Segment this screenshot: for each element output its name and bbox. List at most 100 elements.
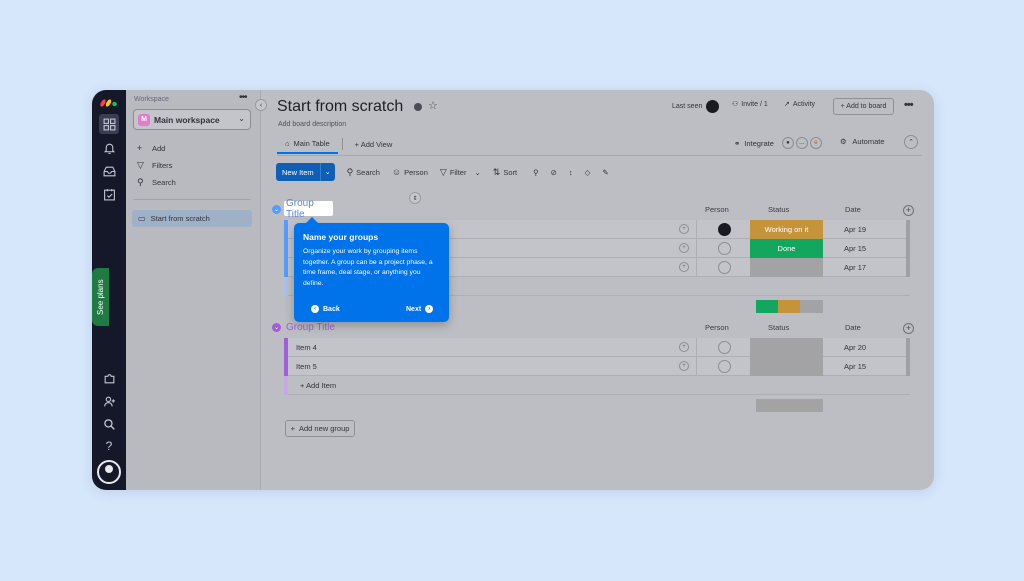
add-column-icon[interactable]: +	[903, 323, 914, 334]
puzzle-icon[interactable]	[99, 368, 119, 388]
invite-button[interactable]: ⚇ Invite / 1	[732, 100, 768, 109]
sidebar-item-board[interactable]: ▭ Start from scratch	[132, 210, 252, 227]
calendar-check-icon[interactable]	[99, 184, 119, 204]
add-new-group-button[interactable]: + Add new group	[285, 420, 355, 437]
column-header-date[interactable]: Date	[845, 205, 861, 214]
add-update-icon[interactable]: +	[679, 361, 689, 371]
workspace-name: Main workspace	[154, 114, 220, 125]
edit-icon[interactable]: ✎	[602, 168, 608, 177]
hide-icon[interactable]: ⊘	[551, 168, 557, 177]
sidebar-item-search[interactable]: ⚲ Search	[137, 177, 176, 188]
pin-icon[interactable]: ⚲	[533, 168, 539, 177]
automate-button[interactable]: ⚙ Automate	[840, 137, 885, 146]
color-icon[interactable]: ◇	[585, 168, 591, 177]
status-cell[interactable]	[750, 258, 823, 277]
column-header-person[interactable]: Person	[705, 205, 729, 214]
help-icon[interactable]: ?	[99, 436, 119, 456]
chevron-up-icon[interactable]: ⌃	[904, 135, 918, 149]
person-filter-button[interactable]: ☺ Person	[392, 167, 428, 177]
column-header-date[interactable]: Date	[845, 323, 861, 332]
avatar	[706, 100, 720, 113]
sidebar-item-filters[interactable]: ▽ Filters	[137, 160, 172, 171]
person-icon: ☺	[391, 167, 402, 177]
person-avatar[interactable]	[718, 341, 731, 354]
person-avatar[interactable]	[718, 223, 731, 236]
activity-button[interactable]: ↗ Activity	[784, 100, 815, 109]
star-icon[interactable]: ☆	[428, 99, 438, 112]
onboarding-tooltip: Name your groups Organize your work by g…	[294, 217, 449, 322]
collapse-sidebar-button[interactable]: ‹	[255, 99, 267, 111]
search-icon[interactable]	[99, 414, 119, 434]
user-avatar[interactable]	[97, 460, 121, 484]
date-cell[interactable]: Apr 20	[827, 343, 883, 352]
add-update-icon[interactable]: +	[679, 262, 689, 272]
status-summary-bar[interactable]	[756, 300, 823, 313]
status-cell[interactable]	[750, 338, 823, 357]
info-icon[interactable]	[414, 103, 422, 111]
date-cell[interactable]: Apr 17	[827, 263, 883, 272]
add-update-icon[interactable]: +	[679, 224, 689, 234]
filter-button[interactable]: ▽ Filter ⌄	[440, 167, 481, 178]
column-header-status[interactable]: Status	[768, 323, 789, 332]
tooltip-back-button[interactable]: ‹ Back	[311, 305, 340, 313]
date-cell[interactable]: Apr 19	[827, 225, 883, 234]
sort-button[interactable]: ⇅ Sort	[493, 167, 517, 178]
more-icon[interactable]: •••	[904, 99, 914, 111]
row-color-bar	[284, 277, 288, 296]
status-summary-bar[interactable]	[756, 399, 823, 412]
sidebar-item-add[interactable]: + Add	[137, 143, 165, 153]
arrow-right-icon: ›	[425, 305, 434, 313]
column-header-status[interactable]: Status	[768, 205, 789, 214]
date-cell[interactable]: Apr 15	[827, 362, 883, 371]
status-cell[interactable]	[750, 357, 823, 376]
chevron-down-icon[interactable]: ⌄	[272, 205, 281, 214]
chevron-down-icon[interactable]: ⌄	[321, 168, 335, 176]
see-plans-button[interactable]: See plans	[92, 268, 109, 326]
workspace-sidebar: Workspace ••• M Main workspace ⌄ + Add ▽ F…	[126, 90, 261, 490]
group-title[interactable]: Group Title	[286, 322, 335, 333]
workspace-more-icon[interactable]: •••	[239, 92, 247, 103]
person-avatar[interactable]	[718, 242, 731, 255]
app-window: See plans ? Workspace ••• M Main workspa…	[92, 90, 934, 490]
invite-user-icon[interactable]	[99, 391, 119, 411]
row-height-icon[interactable]: ↕	[569, 168, 573, 177]
chevron-down-icon[interactable]: ⌄	[272, 323, 281, 332]
add-item-label[interactable]: + Add Item	[300, 381, 336, 390]
scroll-indicator-icon[interactable]: ⇕	[409, 192, 421, 204]
table-row[interactable]: Item 5 + Apr 15	[284, 357, 910, 376]
workspace-selector[interactable]: M Main workspace ⌄	[133, 109, 251, 130]
add-to-board-button[interactable]: + Add to board	[833, 98, 894, 115]
status-cell[interactable]: Done	[750, 239, 823, 258]
add-column-icon[interactable]: +	[903, 205, 914, 216]
table-row[interactable]: Item 4 + Apr 20	[284, 338, 910, 357]
last-seen[interactable]: Last seen	[672, 100, 720, 113]
tab-main-table[interactable]: ⌂ Main Table	[277, 134, 338, 154]
group-title-highlight[interactable]: Group Title	[284, 198, 333, 220]
column-header-person[interactable]: Person	[705, 323, 729, 332]
tab-add-view[interactable]: + Add View	[347, 134, 401, 154]
add-update-icon[interactable]: +	[679, 342, 689, 352]
tooltip-next-button[interactable]: Next ›	[406, 305, 434, 313]
page-title[interactable]: Start from scratch	[277, 98, 403, 116]
grid-icon[interactable]	[99, 114, 119, 134]
sidebar-divider	[133, 199, 251, 200]
integrate-button[interactable]: ⚭ Integrate ● … e	[734, 137, 822, 149]
status-cell[interactable]: Working on it	[750, 220, 823, 239]
item-name[interactable]: Item 4	[296, 343, 317, 352]
row-color-bar	[284, 258, 288, 277]
add-update-icon[interactable]: +	[679, 243, 689, 253]
bell-icon[interactable]	[99, 138, 119, 158]
add-item-row[interactable]: + Add Item	[284, 376, 910, 395]
person-avatar[interactable]	[718, 261, 731, 274]
monday-logo[interactable]	[99, 94, 119, 108]
search-button[interactable]: ⚲ Search	[347, 167, 380, 178]
inbox-icon[interactable]	[99, 161, 119, 181]
new-item-button[interactable]: New Item ⌄	[276, 163, 335, 181]
item-name[interactable]: Item 5	[296, 362, 317, 371]
search-icon: ⚲	[137, 177, 144, 187]
summary-empty	[756, 399, 823, 412]
person-avatar[interactable]	[718, 360, 731, 373]
board-description[interactable]: Add board description	[278, 121, 346, 128]
date-cell[interactable]: Apr 15	[827, 244, 883, 253]
sort-icon: ⇅	[492, 166, 501, 177]
